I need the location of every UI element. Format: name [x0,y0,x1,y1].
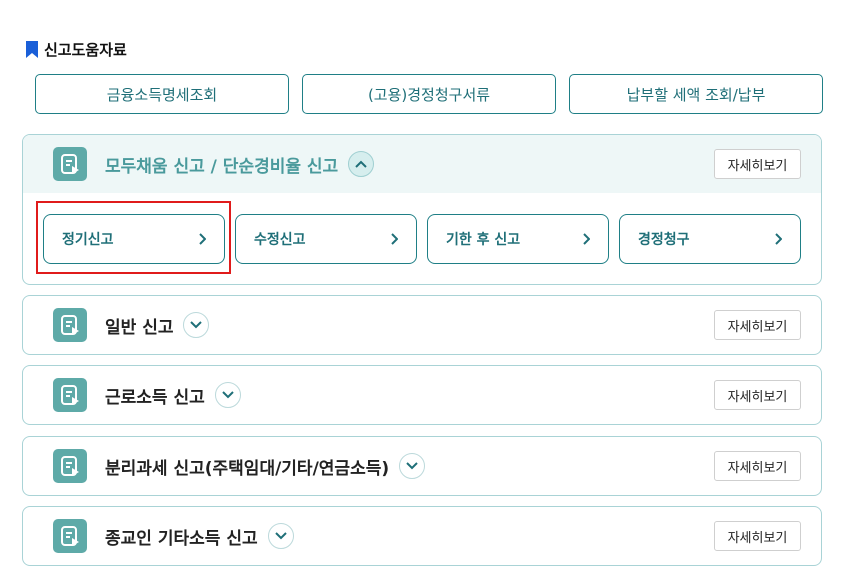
sub-option-label: 정기신고 [62,232,114,248]
panel-religious-income-filing: 종교인 기타소득 신고 자세히보기 [22,506,822,566]
chevron-down-icon [406,462,418,470]
chevron-down-icon [274,532,287,540]
collapse-toggle-button[interactable] [348,151,375,177]
details-button[interactable]: 자세히보기 [714,521,801,551]
regular-filing-button[interactable]: 정기신고 [43,214,225,264]
section-title: 신고도움자료 [44,40,127,59]
document-icon [53,519,87,553]
sub-options: 정기신고 수정신고 기한 후 신고 경정청구 [43,214,801,264]
late-filing-button[interactable]: 기한 후 신고 [427,214,609,264]
chevron-down-icon [190,321,203,329]
expand-toggle-button[interactable] [214,382,241,408]
panel-title: 근로소득 신고 [105,387,205,408]
panel-header[interactable]: 종교인 기타소득 신고 자세히보기 [23,507,821,565]
panel-general-filing: 일반 신고 자세히보기 [22,295,822,355]
sub-option-label: 수정신고 [254,232,306,248]
amended-filing-button[interactable]: 수정신고 [235,214,417,264]
chevron-right-icon [391,233,398,245]
panel-earned-income-filing: 근로소득 신고 자세히보기 [22,365,822,425]
document-icon [53,378,87,412]
section-header: 신고도움자료 [26,39,127,59]
document-icon [53,147,87,181]
panel-separate-taxation-filing: 분리과세 신고(주택임대/기타/연금소득) 자세히보기 [22,436,822,496]
expand-toggle-button[interactable] [399,453,426,479]
employment-correction-docs-button[interactable]: (고용)경정청구서류 [302,74,556,114]
chevron-right-icon [775,233,782,245]
details-button[interactable]: 자세히보기 [714,380,801,410]
chevron-down-icon [222,391,234,399]
quick-links: 금융소득명세조회 (고용)경정청구서류 납부할 세액 조회/납부 [35,74,823,114]
panel-header[interactable]: 일반 신고 자세히보기 [23,296,821,354]
details-button[interactable]: 자세히보기 [714,310,801,340]
panel-title: 모두채움 신고 / 단순경비율 신고 [105,156,339,177]
expand-toggle-button[interactable] [267,523,294,549]
panel-title: 종교인 기타소득 신고 [105,528,258,549]
panel-title: 분리과세 신고(주택임대/기타/연금소득) [105,458,390,479]
details-button[interactable]: 자세히보기 [714,149,801,179]
chevron-right-icon [583,233,590,245]
document-icon [53,449,87,483]
bookmark-icon [26,40,38,58]
sub-option-label: 경정청구 [638,232,690,248]
panel-simple-filing: 모두채움 신고 / 단순경비율 신고 자세히보기 정기신고 수정신고 기한 후 … [22,134,822,285]
panel-header[interactable]: 모두채움 신고 / 단순경비율 신고 자세히보기 [23,135,821,193]
tax-payment-button[interactable]: 납부할 세액 조회/납부 [569,74,823,114]
sub-option-label: 기한 후 신고 [446,232,521,248]
expand-toggle-button[interactable] [183,312,210,338]
details-button[interactable]: 자세히보기 [714,451,801,481]
financial-income-lookup-button[interactable]: 금융소득명세조회 [35,74,289,114]
correction-claim-button[interactable]: 경정청구 [619,214,801,264]
panel-title: 일반 신고 [105,317,174,338]
panel-header[interactable]: 근로소득 신고 자세히보기 [23,366,821,424]
document-icon [53,308,87,342]
chevron-right-icon [199,233,206,245]
chevron-up-icon [355,160,367,168]
panel-header[interactable]: 분리과세 신고(주택임대/기타/연금소득) 자세히보기 [23,437,821,495]
